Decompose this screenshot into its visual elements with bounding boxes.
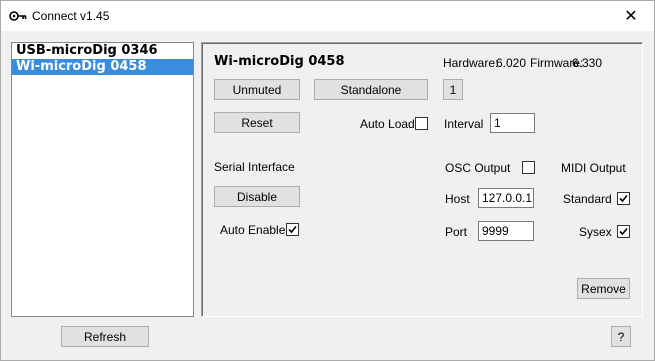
sysex-label: Sysex: [579, 225, 612, 239]
device-list[interactable]: USB-microDig 0346 Wi-microDig 0458: [11, 42, 194, 317]
auto-enable-checkbox[interactable]: [286, 223, 299, 236]
checkmark-icon: [619, 194, 628, 203]
device-item-wi-microdig[interactable]: Wi-microDig 0458: [12, 59, 193, 75]
hardware-label: Hardware:: [443, 56, 499, 70]
close-button[interactable]: ✕: [608, 1, 654, 31]
interval-label: Interval: [444, 117, 484, 131]
refresh-button[interactable]: Refresh: [61, 326, 149, 347]
port-input[interactable]: 9999: [478, 221, 534, 241]
device-name-heading: Wi-microDig 0458: [214, 54, 345, 69]
close-icon: ✕: [624, 8, 638, 25]
port-label: Port: [445, 225, 468, 239]
interval-input[interactable]: 1: [490, 113, 535, 133]
number-button[interactable]: 1: [443, 79, 463, 100]
remove-button[interactable]: Remove: [577, 278, 630, 299]
firmware-version: 6.330: [572, 56, 603, 70]
midi-output-label: MIDI Output: [561, 161, 626, 175]
disable-button[interactable]: Disable: [214, 186, 300, 207]
reset-button[interactable]: Reset: [214, 112, 300, 133]
auto-enable-label: Auto Enable: [220, 223, 286, 237]
standalone-button[interactable]: Standalone: [314, 79, 428, 100]
key-icon: [9, 11, 27, 21]
host-label: Host: [445, 192, 470, 206]
device-detail-panel: Wi-microDig 0458 Hardware: 6.020 Firmwar…: [201, 42, 643, 317]
serial-interface-label: Serial Interface: [214, 160, 295, 174]
host-input[interactable]: 127.0.0.1: [478, 188, 534, 208]
unmuted-button[interactable]: Unmuted: [214, 79, 300, 100]
device-item-usb-microdig[interactable]: USB-microDig 0346: [12, 43, 193, 59]
sysex-checkbox[interactable]: [617, 225, 630, 238]
window-title: Connect v1.45: [32, 9, 110, 23]
hardware-version: 6.020: [496, 56, 527, 70]
connect-window: Connect v1.45 ✕ USB-microDig 0346 Wi-mic…: [0, 0, 655, 361]
checkmark-icon: [619, 227, 628, 236]
auto-load-checkbox[interactable]: [415, 117, 428, 130]
auto-load-label: Auto Load: [360, 117, 415, 131]
title-bar: Connect v1.45 ✕: [1, 1, 654, 31]
checkmark-icon: [288, 225, 297, 234]
standard-checkbox[interactable]: [617, 192, 630, 205]
osc-output-label: OSC Output: [445, 161, 511, 175]
standard-label: Standard: [563, 192, 612, 206]
help-button[interactable]: ?: [611, 326, 631, 347]
osc-output-checkbox[interactable]: [522, 161, 535, 174]
